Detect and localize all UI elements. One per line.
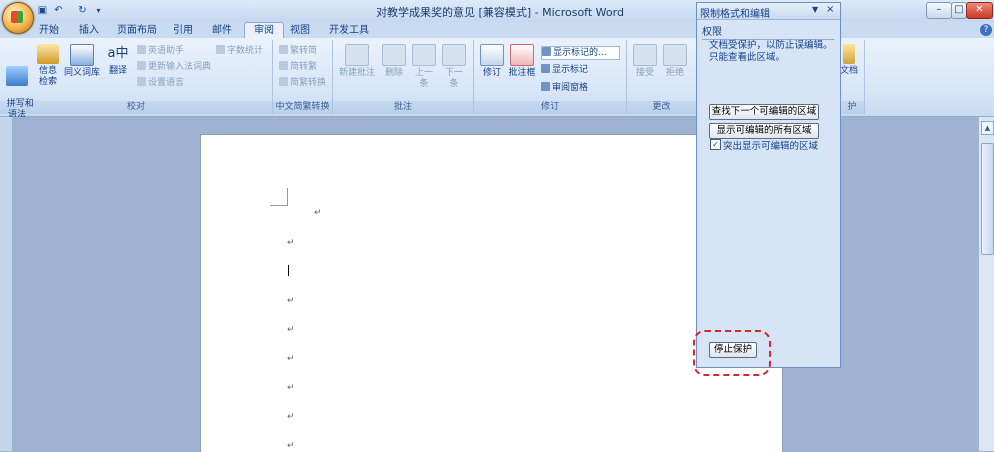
dictionary-icon (137, 61, 146, 70)
pane-menu-chevron-icon[interactable]: ▼ (812, 5, 818, 14)
vertical-scrollbar[interactable]: ▲ (978, 117, 994, 451)
delete-comment-icon (382, 44, 406, 66)
help-icon[interactable]: ? (980, 24, 992, 36)
globe-icon (137, 77, 146, 86)
pane-close-icon[interactable]: × (826, 4, 834, 15)
paragraph-mark: ↵ (287, 354, 295, 364)
thesaurus-book-icon (70, 44, 94, 66)
track-changes-icon (480, 44, 504, 66)
tab-developer[interactable]: 开发工具 (320, 23, 378, 38)
highlight-editable-regions-checkbox[interactable]: ✓ (710, 139, 721, 150)
set-language-button[interactable]: 设置语言 (137, 77, 184, 89)
previous-comment-button[interactable]: 上一 条 (408, 44, 440, 90)
markup-icon (542, 47, 551, 56)
convert-icon (279, 61, 288, 70)
scroll-up-icon[interactable]: ▲ (981, 121, 994, 135)
thesaurus-button[interactable]: 同义词库 (63, 44, 101, 79)
save-icon[interactable]: ▣ (36, 4, 49, 17)
paragraph-mark: ↵ (287, 238, 295, 248)
minimize-button[interactable]: – (926, 2, 952, 19)
simplified-to-traditional-button[interactable]: 简转繁 (279, 61, 317, 73)
highlight-editable-regions-label: 突出显示可编辑的区域 (723, 141, 819, 152)
count-icon (216, 45, 225, 54)
paragraph-mark: ↵ (287, 325, 295, 335)
restrict-editing-pane: 限制格式和编辑 ▼ × 权限 文档受保护，以防止误编辑。 只能查看此区域。 查找… (693, 2, 841, 376)
traditional-to-simplified-button[interactable]: 繁转简 (279, 45, 317, 57)
chinese-conversion-button[interactable]: 简繁转换 (279, 77, 326, 89)
group-label-changes: 更改 (627, 101, 696, 114)
spelling-grammar-button[interactable]: 拼写和 语法 (1, 44, 34, 121)
protect-document-button[interactable]: 文档 (838, 44, 860, 77)
group-label-proofing: 校对 (0, 101, 272, 114)
convert-icon (279, 77, 288, 86)
maximize-button[interactable]: □ (951, 2, 967, 19)
window-title: 对教学成果奖的意见 [兼容模式] - Microsoft Word (376, 6, 624, 19)
redo-icon[interactable]: ↻ (76, 4, 89, 17)
accept-change-button[interactable]: 接受 (629, 44, 661, 79)
translate-button[interactable]: a中 翻译 (102, 44, 134, 77)
group-label-chinese-conversion: 中文简繁转换 (273, 101, 332, 114)
office-button[interactable] (2, 2, 34, 34)
scroll-thumb[interactable] (981, 143, 994, 255)
next-comment-button[interactable]: 下一 条 (438, 44, 470, 90)
balloons-button[interactable]: 批注框 (506, 44, 538, 79)
previous-comment-icon (412, 44, 436, 66)
paragraph-mark: ↵ (287, 412, 295, 422)
margin-corner-mark (270, 188, 288, 206)
new-comment-button[interactable]: 新建批注 (337, 44, 377, 79)
tab-references[interactable]: 引用 (164, 23, 202, 38)
find-next-editable-region-button[interactable]: 查找下一个可编辑的区域 (709, 104, 819, 120)
new-comment-icon (345, 44, 369, 66)
reviewing-pane-icon (541, 82, 550, 91)
research-button[interactable]: 信息 检索 (32, 44, 64, 88)
undo-icon[interactable]: ↶ (52, 4, 65, 17)
word-count-button[interactable]: 字数统计 (216, 45, 263, 57)
balloon-icon (510, 44, 534, 66)
book-search-icon (37, 44, 59, 64)
view-only-message: 只能查看此区域。 (709, 52, 786, 63)
pane-title: 限制格式和编辑 (700, 9, 770, 20)
delete-comment-button[interactable]: 删除 (378, 44, 410, 79)
reviewing-pane-button[interactable]: 审阅窗格 (541, 82, 588, 94)
quick-access-dropdown-icon[interactable]: ▾ (92, 4, 105, 17)
reject-icon (663, 44, 687, 66)
paragraph-mark: ↵ (287, 383, 295, 393)
vertical-ruler (0, 117, 12, 451)
tab-review[interactable]: 审阅 (244, 22, 284, 38)
text-cursor (288, 265, 289, 276)
annotation-highlight-ring (693, 330, 771, 376)
paragraph-mark: ↵ (314, 208, 322, 218)
paragraph-mark: ↵ (287, 441, 295, 451)
translate-icon: a中 (107, 46, 129, 61)
accept-icon (633, 44, 657, 66)
show-all-editable-regions-button[interactable]: 显示可编辑的所有区域 (709, 123, 819, 139)
convert-icon (279, 45, 288, 54)
english-assistant-button[interactable]: 英语助手 (137, 45, 184, 57)
group-label-tracking: 修订 (474, 101, 626, 114)
show-markup-icon (541, 64, 550, 73)
reject-change-button[interactable]: 拒绝 (659, 44, 691, 79)
group-label-protect: 护 (840, 101, 864, 114)
close-button[interactable]: ✕ (966, 2, 993, 19)
show-markup-button[interactable]: 显示标记 (541, 64, 588, 76)
tab-page-layout[interactable]: 页面布局 (108, 23, 166, 38)
tab-mailings[interactable]: 邮件 (203, 23, 241, 38)
lock-icon (843, 44, 855, 64)
tab-home[interactable]: 开始 (30, 23, 68, 38)
pane-header: 限制格式和编辑 ▼ × (697, 3, 840, 20)
update-ime-dictionary-button[interactable]: 更新输入法词典 (137, 61, 211, 73)
track-changes-button[interactable]: 修订 (476, 44, 508, 79)
paragraph-mark: ↵ (287, 296, 295, 306)
display-for-review-dropdown[interactable]: 显示标记的... (541, 46, 620, 60)
tab-view[interactable]: 视图 (281, 23, 319, 38)
assistant-icon (137, 45, 146, 54)
next-comment-icon (442, 44, 466, 66)
abc-check-icon (6, 66, 28, 86)
tab-insert[interactable]: 插入 (70, 23, 108, 38)
group-label-comments: 批注 (333, 101, 473, 114)
office-logo-icon (11, 11, 23, 23)
